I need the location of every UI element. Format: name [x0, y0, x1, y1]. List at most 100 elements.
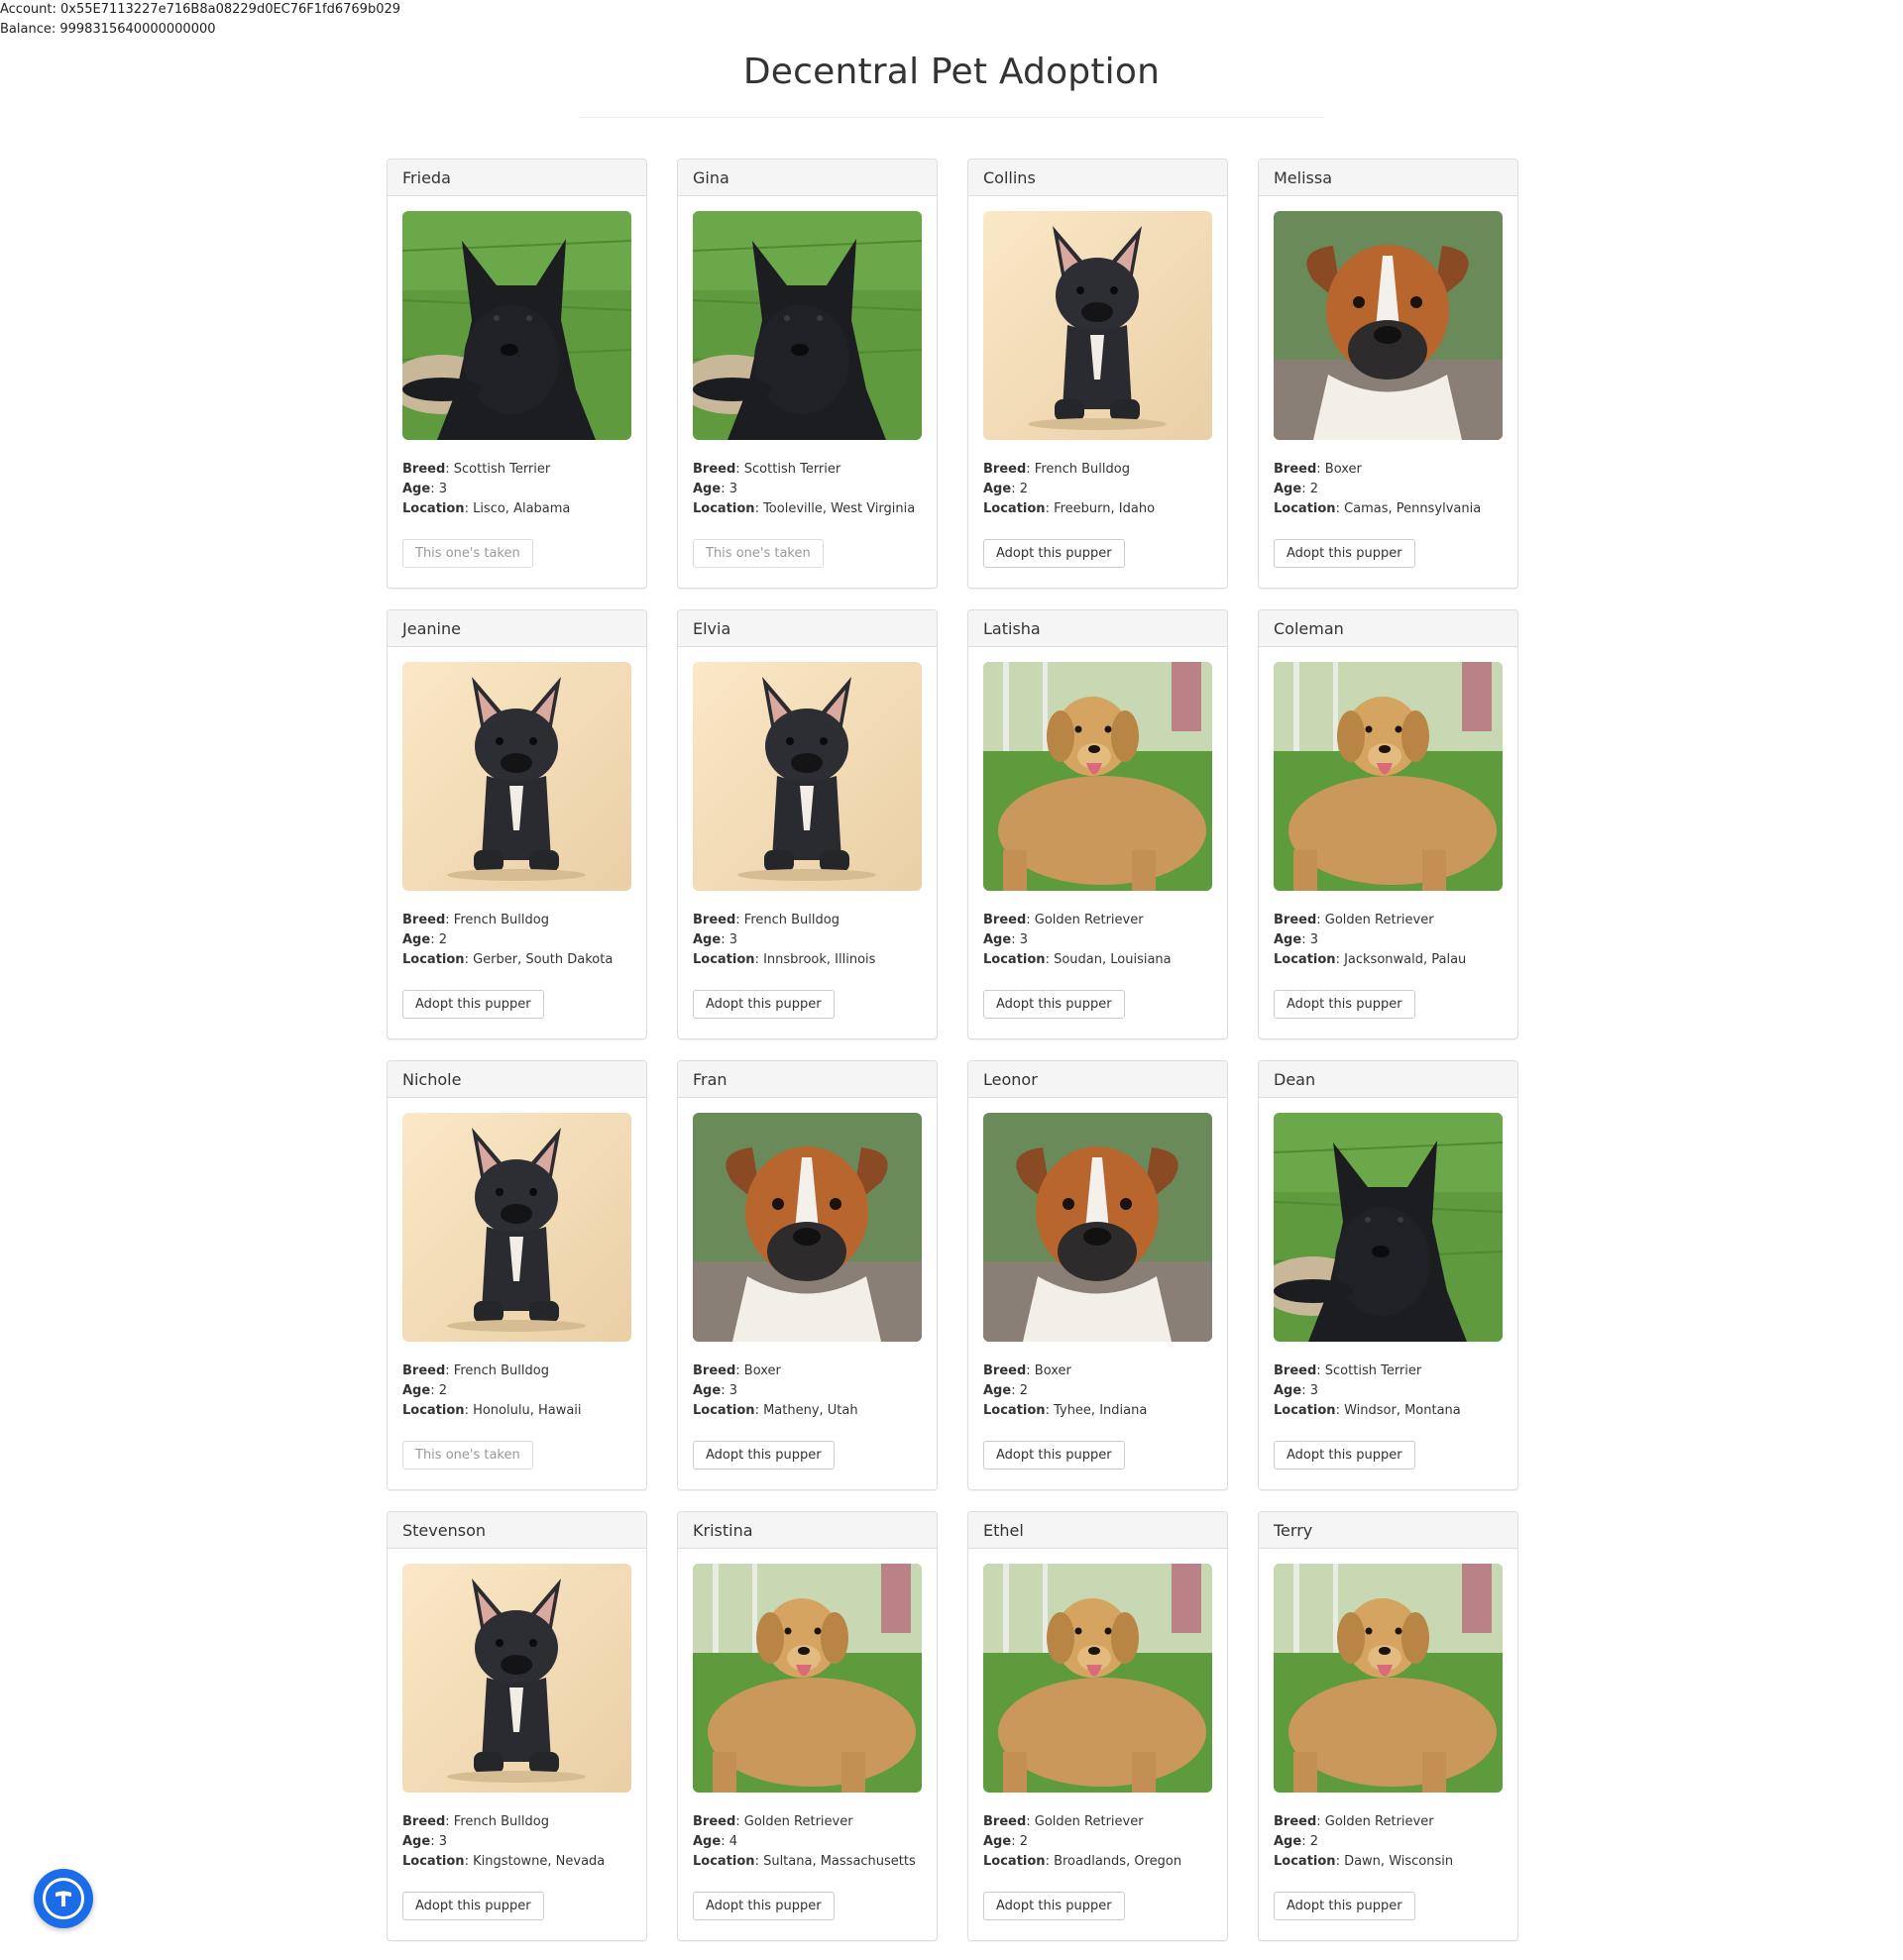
pet-breed-row: Breed: French Bulldog [983, 462, 1130, 477]
pet-photo [693, 1564, 922, 1793]
pet-breed: Boxer [743, 1363, 781, 1378]
breed-label: Breed [983, 1363, 1027, 1378]
pet-age-row: Age: 3 [402, 1834, 447, 1849]
adopt-button[interactable]: Adopt this pupper [1274, 990, 1415, 1019]
breed-label: Breed [983, 462, 1027, 477]
location-label: Location [983, 501, 1046, 516]
pet-breed-row: Breed: Boxer [1274, 462, 1362, 477]
pet-photo [1274, 662, 1503, 891]
pet-name: Fran [678, 1061, 937, 1098]
adopt-button[interactable]: Adopt this pupper [693, 990, 835, 1019]
pet-age: 3 [728, 1383, 737, 1398]
adopt-button[interactable]: Adopt this pupper [983, 539, 1125, 568]
adopt-button[interactable]: Adopt this pupper [983, 1441, 1125, 1470]
pet-age-row: Age: 3 [693, 482, 737, 496]
pet-age: 2 [438, 932, 447, 947]
pet-name: Terry [1259, 1512, 1517, 1549]
pet-breed: Scottish Terrier [453, 462, 551, 477]
pet-location: Broadlands, Oregon [1054, 1854, 1182, 1869]
pet-photo [983, 662, 1212, 891]
adopt-button[interactable]: Adopt this pupper [1274, 1892, 1415, 1920]
adopt-button[interactable]: Adopt this pupper [983, 990, 1125, 1019]
pet-location-row: Location: Dawn, Wisconsin [1274, 1854, 1454, 1869]
pet-name: Frieda [388, 160, 646, 196]
age-label: Age [1274, 1834, 1302, 1849]
pet-breed-row: Breed: Golden Retriever [1274, 1814, 1434, 1829]
pet-age-row: Age: 2 [1274, 1834, 1318, 1849]
age-label: Age [402, 482, 431, 496]
pet-age: 3 [1309, 1383, 1318, 1398]
breed-label: Breed [1274, 1814, 1317, 1829]
age-label: Age [983, 1383, 1012, 1398]
adopt-button[interactable]: Adopt this pupper [1274, 539, 1415, 568]
pet-breed-row: Breed: French Bulldog [402, 1363, 549, 1378]
floating-app-button[interactable] [34, 1869, 93, 1928]
location-label: Location [693, 1854, 755, 1869]
pet-photo [983, 211, 1212, 440]
pet-age-row: Age: 2 [1274, 482, 1318, 496]
pet-age: 2 [1019, 1834, 1028, 1849]
pet-photo [983, 1564, 1212, 1793]
adopt-button[interactable]: Adopt this pupper [693, 1441, 835, 1470]
pet-breed: Golden Retriever [1034, 913, 1144, 927]
pet-photo [402, 1113, 631, 1342]
pet-location: Jacksonwald, Palau [1344, 952, 1467, 967]
pet-breed: French Bulldog [453, 1363, 549, 1378]
breed-label: Breed [693, 462, 736, 477]
adopt-button[interactable]: Adopt this pupper [693, 1892, 835, 1920]
breed-label: Breed [402, 462, 446, 477]
pet-breed: Golden Retriever [1324, 1814, 1434, 1829]
pet-name: Kristina [678, 1512, 937, 1549]
pet-card: Gina Breed: Scottish Terrier Age: 3 Locatio… [677, 159, 938, 589]
pet-breed: Scottish Terrier [1324, 1363, 1422, 1378]
pet-location-row: Location: Jacksonwald, Palau [1274, 952, 1467, 967]
pet-breed: French Bulldog [1034, 462, 1130, 477]
age-label: Age [1274, 932, 1302, 947]
pet-location-row: Location: Sultana, Massachusetts [693, 1854, 916, 1869]
location-label: Location [402, 952, 465, 967]
pet-card: Terry Breed: Golden Retriever Age: 2 Locati… [1258, 1511, 1518, 1941]
location-label: Location [693, 1403, 755, 1418]
breed-label: Breed [402, 1363, 446, 1378]
pet-name: Elvia [678, 610, 937, 647]
age-label: Age [402, 1383, 431, 1398]
pet-card: Fran Breed: Boxer Age: 3 Location: Matheny,… [677, 1060, 938, 1490]
pet-breed: Boxer [1324, 462, 1362, 477]
pet-location: Tyhee, Indiana [1054, 1403, 1148, 1418]
pet-details: Breed: French Bulldog Age: 3 Location: Kin… [402, 1812, 631, 1872]
pet-location-row: Location: Matheny, Utah [693, 1403, 858, 1418]
pet-breed-row: Breed: Golden Retriever [983, 1814, 1144, 1829]
pet-details: Breed: French Bulldog Age: 3 Location: Inn… [693, 911, 922, 970]
pet-details: Breed: Boxer Age: 2 Location: Tyhee, India… [983, 1361, 1212, 1421]
pet-location: Innsbrook, Illinois [763, 952, 876, 967]
pet-details: Breed: French Bulldog Age: 2 Location: Hon… [402, 1361, 631, 1421]
pet-age: 3 [728, 482, 737, 496]
pet-breed: Golden Retriever [1324, 913, 1434, 927]
adopt-button[interactable]: Adopt this pupper [983, 1892, 1125, 1920]
pet-breed: Boxer [1034, 1363, 1071, 1378]
breed-label: Breed [1274, 913, 1317, 927]
pet-location-row: Location: Windsor, Montana [1274, 1403, 1461, 1418]
pet-card: Kristina Breed: Golden Retriever Age: 4 Loc… [677, 1511, 938, 1941]
pet-details: Breed: French Bulldog Age: 2 Location: Ger… [402, 911, 631, 970]
pet-name: Gina [678, 160, 937, 196]
pet-location-row: Location: Gerber, South Dakota [402, 952, 614, 967]
adopt-button[interactable]: Adopt this pupper [1274, 1441, 1415, 1470]
breed-label: Breed [402, 1814, 446, 1829]
taken-button: This one's taken [402, 1441, 533, 1470]
pet-age-row: Age: 3 [1274, 1383, 1318, 1398]
age-label: Age [983, 932, 1012, 947]
pet-location: Soudan, Louisiana [1054, 952, 1172, 967]
pet-age: 2 [1309, 482, 1318, 496]
adopt-button[interactable]: Adopt this pupper [402, 1892, 544, 1920]
pet-photo [1274, 1564, 1503, 1793]
pet-age: 3 [438, 482, 447, 496]
pet-breed-row: Breed: Scottish Terrier [1274, 1363, 1422, 1378]
pet-location-row: Location: Freeburn, Idaho [983, 501, 1156, 516]
taken-button: This one's taken [693, 539, 824, 568]
pet-location: Gerber, South Dakota [473, 952, 614, 967]
adopt-button[interactable]: Adopt this pupper [402, 990, 544, 1019]
pet-photo [983, 1113, 1212, 1342]
pet-photo [693, 1113, 922, 1342]
account-balance: Balance: 9998315640000000000 [0, 22, 216, 37]
